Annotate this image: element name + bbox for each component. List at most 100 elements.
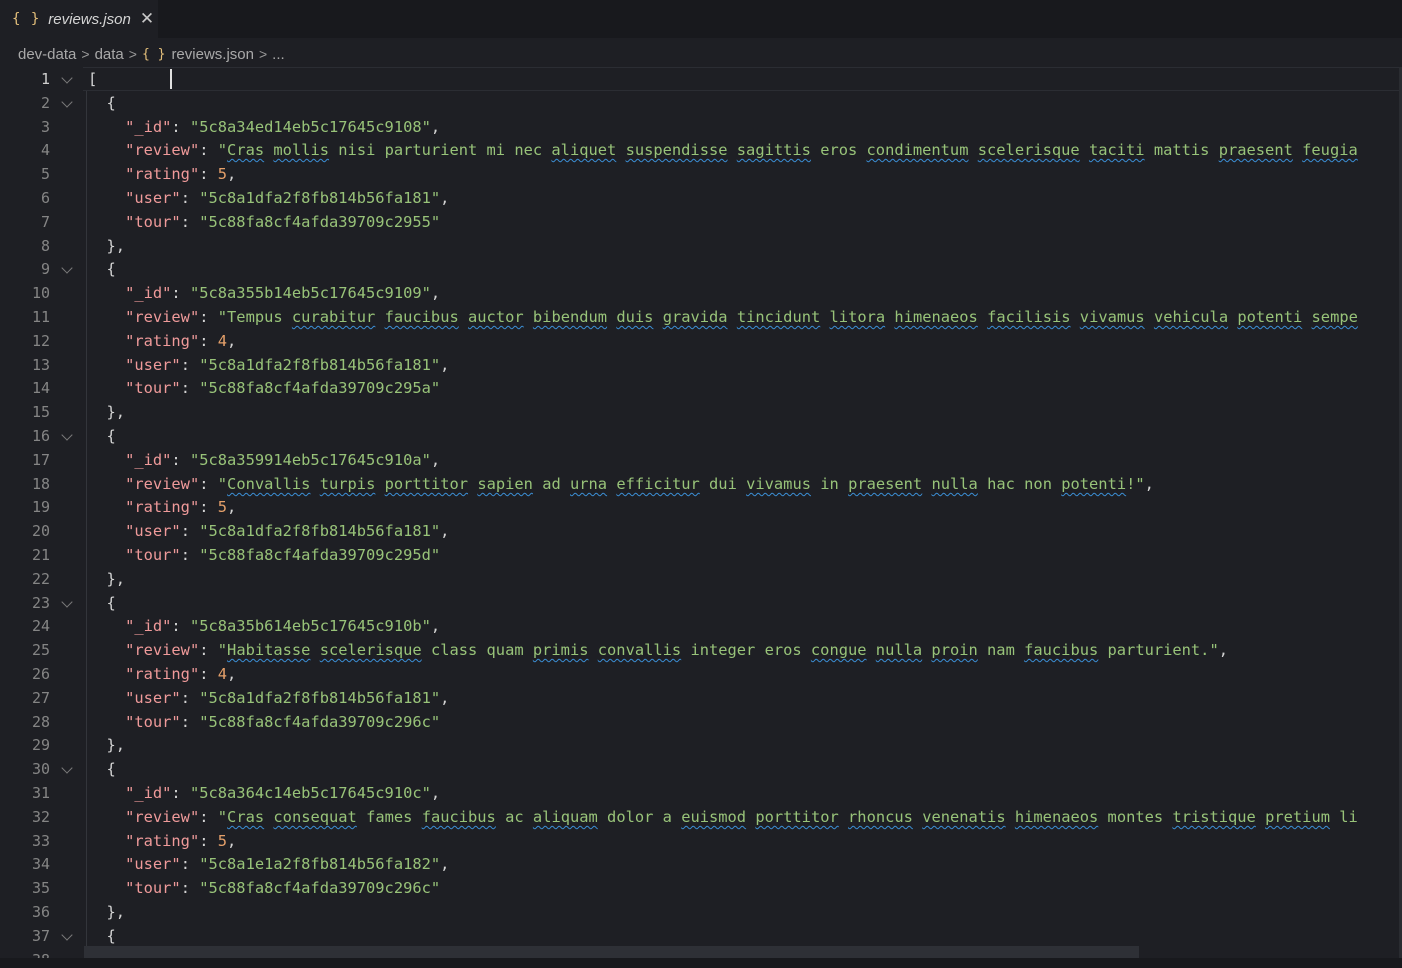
code-area[interactable]: [ { "_id": "5c8a34ed14eb5c17645c9108", "…	[84, 67, 1402, 958]
line-number: 3	[40, 118, 50, 136]
gutter-row[interactable]: 11	[0, 305, 84, 329]
line-number: 28	[31, 713, 50, 731]
gutter-row[interactable]: 24	[0, 614, 84, 638]
code-line[interactable]: {	[88, 924, 116, 948]
code-line[interactable]: "rating": 5,	[88, 829, 236, 853]
code-line[interactable]: },	[88, 733, 126, 757]
code-line[interactable]: },	[88, 567, 126, 591]
fold-chevron-icon[interactable]	[61, 96, 73, 108]
gutter-row[interactable]: 23	[0, 591, 84, 615]
code-line[interactable]: "user": "5c8a1e1a2f8fb814b56fa182",	[88, 852, 449, 876]
gutter-row[interactable]: 4	[0, 138, 84, 162]
gutter-row[interactable]: 7	[0, 210, 84, 234]
line-number-gutter[interactable]: 1 2 3 4 5 6 7 8 9 10 11 12 13 14 15 16 17 18 19 20 21 22 23 24 2…	[0, 67, 84, 958]
json-punctuation: },	[88, 237, 126, 255]
json-punctuation	[88, 713, 125, 731]
line-number: 17	[31, 451, 50, 469]
gutter-row[interactable]: 1	[0, 67, 84, 91]
fold-chevron-icon[interactable]	[61, 762, 73, 774]
code-line[interactable]: [	[88, 67, 97, 91]
gutter-row[interactable]: 17	[0, 448, 84, 472]
gutter-row[interactable]: 15	[0, 400, 84, 424]
gutter-row[interactable]: 35	[0, 876, 84, 900]
gutter-row[interactable]: 36	[0, 900, 84, 924]
gutter-row[interactable]: 28	[0, 710, 84, 734]
code-line[interactable]: "_id": "5c8a364c14eb5c17645c910c",	[88, 781, 440, 805]
code-line[interactable]: "tour": "5c88fa8cf4afda39709c296c"	[88, 710, 440, 734]
code-line[interactable]: {	[88, 757, 116, 781]
gutter-row[interactable]: 6	[0, 186, 84, 210]
gutter-row[interactable]: 29	[0, 733, 84, 757]
code-line[interactable]: "_id": "5c8a355b14eb5c17645c9109",	[88, 281, 440, 305]
code-line[interactable]: "tour": "5c88fa8cf4afda39709c295a"	[88, 376, 440, 400]
code-line[interactable]: "review": "Cras mollis nisi parturient m…	[88, 138, 1358, 162]
code-line[interactable]: "tour": "5c88fa8cf4afda39709c2955"	[88, 210, 440, 234]
code-line[interactable]: {	[88, 424, 116, 448]
code-editor[interactable]: 1 2 3 4 5 6 7 8 9 10 11 12 13 14 15 16 17 18 19 20 21 22 23 24 2…	[0, 67, 1402, 958]
breadcrumb-item-reviews-json[interactable]: reviews.json	[171, 46, 254, 63]
fold-chevron-icon[interactable]	[61, 429, 73, 441]
gutter-row[interactable]: 32	[0, 805, 84, 829]
code-line[interactable]: },	[88, 400, 126, 424]
code-line[interactable]: {	[88, 91, 116, 115]
gutter-row[interactable]: 26	[0, 662, 84, 686]
gutter-row[interactable]: 19	[0, 495, 84, 519]
fold-chevron-icon[interactable]	[61, 929, 73, 941]
gutter-row[interactable]: 8	[0, 234, 84, 258]
gutter-row[interactable]: 38	[0, 948, 84, 958]
code-line[interactable]: {	[88, 591, 116, 615]
code-line[interactable]: "user": "5c8a1dfa2f8fb814b56fa181",	[88, 686, 449, 710]
gutter-row[interactable]: 10	[0, 281, 84, 305]
gutter-row[interactable]: 9	[0, 257, 84, 281]
code-line[interactable]: "_id": "5c8a359914eb5c17645c910a",	[88, 448, 440, 472]
code-line[interactable]: {	[88, 257, 116, 281]
code-line[interactable]: "review": "Habitasse scelerisque class q…	[88, 638, 1228, 662]
gutter-row[interactable]: 34	[0, 852, 84, 876]
gutter-row[interactable]: 20	[0, 519, 84, 543]
code-line[interactable]: "_id": "5c8a35b614eb5c17645c910b",	[88, 614, 440, 638]
breadcrumb-item-symbols[interactable]: ...	[272, 46, 285, 63]
close-icon[interactable]: ✕	[140, 9, 154, 29]
breadcrumb-item-dev-data[interactable]: dev-data	[18, 46, 76, 63]
code-line[interactable]: "rating": 4,	[88, 329, 236, 353]
gutter-row[interactable]: 5	[0, 162, 84, 186]
fold-chevron-icon[interactable]	[61, 596, 73, 608]
gutter-row[interactable]: 2	[0, 91, 84, 115]
code-line[interactable]: "user": "5c8a1dfa2f8fb814b56fa181",	[88, 353, 449, 377]
gutter-row[interactable]: 12	[0, 329, 84, 353]
code-line[interactable]: "rating": 4,	[88, 662, 236, 686]
code-line[interactable]: "review": "Tempus curabitur faucibus auc…	[88, 305, 1358, 329]
gutter-row[interactable]: 33	[0, 829, 84, 853]
gutter-row[interactable]: 22	[0, 567, 84, 591]
horizontal-scrollbar[interactable]	[84, 946, 1139, 958]
code-line[interactable]: "tour": "5c88fa8cf4afda39709c296c"	[88, 876, 440, 900]
code-line[interactable]: "review": "Convallis turpis porttitor sa…	[88, 472, 1154, 496]
gutter-row[interactable]: 3	[0, 115, 84, 139]
code-line[interactable]: },	[88, 900, 126, 924]
json-punctuation: :	[171, 284, 190, 302]
breadcrumb-item-data[interactable]: data	[95, 46, 124, 63]
code-line[interactable]: "user": "5c8a1dfa2f8fb814b56fa181",	[88, 519, 449, 543]
gutter-row[interactable]: 14	[0, 376, 84, 400]
gutter-row[interactable]: 13	[0, 353, 84, 377]
fold-chevron-icon[interactable]	[61, 72, 73, 84]
json-string: "Cras consequat fames faucibus ac aliqua…	[217, 808, 1358, 826]
code-line[interactable]: "rating": 5,	[88, 495, 236, 519]
code-line[interactable]: },	[88, 234, 126, 258]
code-line[interactable]: "tour": "5c88fa8cf4afda39709c295d"	[88, 543, 440, 567]
json-punctuation	[88, 665, 125, 683]
gutter-row[interactable]: 31	[0, 781, 84, 805]
code-line[interactable]: "review": "Cras consequat fames faucibus…	[88, 805, 1358, 829]
gutter-row[interactable]: 27	[0, 686, 84, 710]
code-line[interactable]: "user": "5c8a1dfa2f8fb814b56fa181",	[88, 186, 449, 210]
gutter-row[interactable]: 18	[0, 472, 84, 496]
gutter-row[interactable]: 25	[0, 638, 84, 662]
fold-chevron-icon[interactable]	[61, 262, 73, 274]
code-line[interactable]: "_id": "5c8a34ed14eb5c17645c9108",	[88, 115, 440, 139]
gutter-row[interactable]: 16	[0, 424, 84, 448]
gutter-row[interactable]: 37	[0, 924, 84, 948]
code-line[interactable]: "rating": 5,	[88, 162, 236, 186]
tab-reviews-json[interactable]: { } reviews.json ✕	[0, 0, 158, 38]
gutter-row[interactable]: 21	[0, 543, 84, 567]
gutter-row[interactable]: 30	[0, 757, 84, 781]
